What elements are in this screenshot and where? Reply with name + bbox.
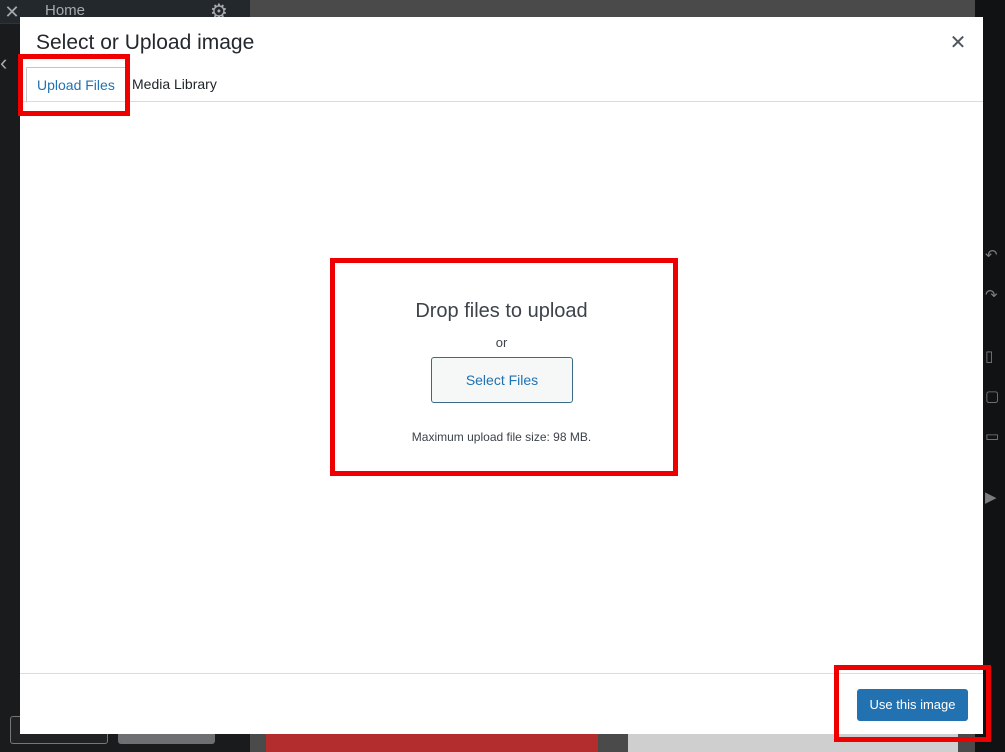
chevron-left-icon[interactable]: ‹ xyxy=(0,50,7,76)
highlight-upload-tab xyxy=(18,54,130,116)
modal-title: Select or Upload image xyxy=(36,31,255,54)
tab-media-library[interactable]: Media Library xyxy=(132,67,217,101)
mobile-icon[interactable]: ▯ xyxy=(985,347,993,365)
header-divider xyxy=(20,101,983,102)
tablet-icon[interactable]: ▢ xyxy=(985,387,999,405)
preview-red-block xyxy=(266,732,598,752)
highlight-drop-area xyxy=(330,258,678,476)
highlight-use-button xyxy=(834,665,991,742)
redo-icon[interactable]: ↷ xyxy=(985,286,998,304)
play-icon[interactable]: ▶ xyxy=(985,488,997,506)
close-icon[interactable]: ✕ xyxy=(946,29,970,57)
desktop-icon[interactable]: ▭ xyxy=(985,427,999,445)
undo-icon[interactable]: ↶ xyxy=(985,246,998,264)
